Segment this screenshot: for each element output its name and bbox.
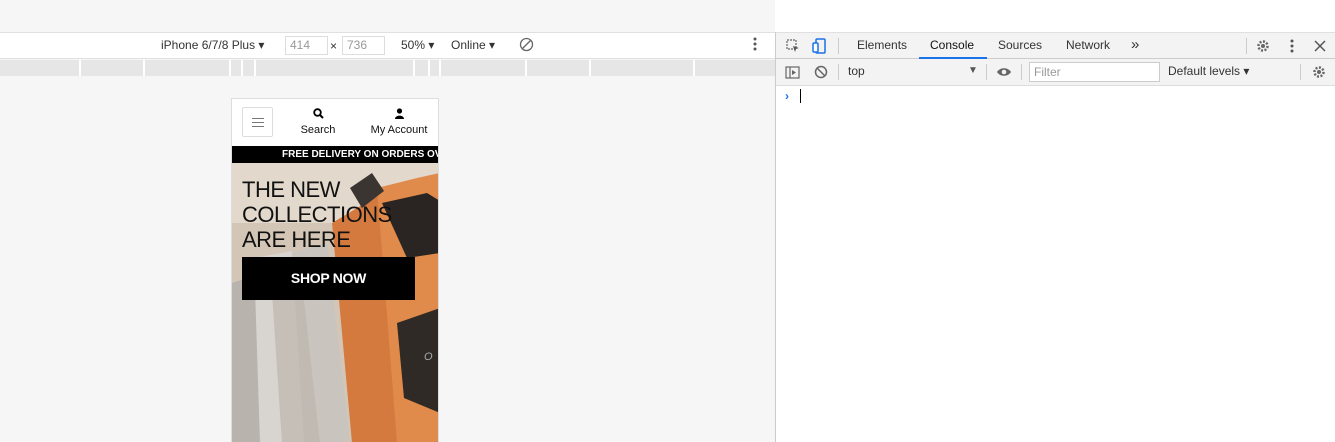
nav-my-account[interactable]: My Account xyxy=(368,108,430,136)
nav-search-label: Search xyxy=(300,124,336,136)
user-icon xyxy=(394,108,404,119)
promo-banner: FREE DELIVERY ON ORDERS OVER $ xyxy=(232,146,438,163)
device-emulation-pane: iPhone 6/7/8 Plus ▾ 414 × 736 50% ▾ Onli… xyxy=(0,0,775,442)
console-settings-icon[interactable] xyxy=(1310,63,1328,81)
more-tabs-icon[interactable]: » xyxy=(1131,36,1139,53)
settings-icon[interactable] xyxy=(1254,37,1272,55)
hamburger-menu-icon[interactable] xyxy=(242,107,273,137)
height-input[interactable]: 736 xyxy=(342,36,385,55)
phone-viewport: Search My Account FREE DELIVERY ON ORDER… xyxy=(231,98,439,442)
inspect-element-icon[interactable] xyxy=(784,37,802,55)
hero-title: THE NEW COLLECTIONS ARE HERE xyxy=(242,177,392,252)
more-options-icon[interactable] xyxy=(752,36,758,55)
svg-text:O: O xyxy=(424,351,433,363)
site-header: Search My Account xyxy=(232,99,438,146)
device-select[interactable]: iPhone 6/7/8 Plus ▾ xyxy=(161,38,264,52)
search-icon xyxy=(312,108,324,119)
nav-search[interactable]: Search xyxy=(300,108,336,136)
console-input-caret[interactable] xyxy=(800,89,801,103)
tab-sources[interactable]: Sources xyxy=(998,38,1042,52)
customize-menu-icon[interactable] xyxy=(1283,37,1301,55)
rotate-icon[interactable] xyxy=(519,37,534,55)
zoom-select[interactable]: 50% ▾ xyxy=(401,38,434,52)
tab-elements[interactable]: Elements xyxy=(857,38,907,52)
network-throttle-select[interactable]: Online ▾ xyxy=(451,38,495,52)
close-icon[interactable] xyxy=(1311,37,1329,55)
sidebar-toggle-icon[interactable] xyxy=(783,63,801,81)
execution-context-select[interactable]: top xyxy=(848,64,865,78)
console-prompt-icon: › xyxy=(785,89,789,103)
devtools-pane: Elements Console Sources Network » top ▼… xyxy=(775,32,1335,442)
device-toolbar: iPhone 6/7/8 Plus ▾ 414 × 736 50% ▾ Onli… xyxy=(0,32,775,59)
nav-account-label: My Account xyxy=(370,124,428,136)
console-toolbar: top ▼ Filter Default levels ▾ xyxy=(776,59,1335,86)
log-levels-select[interactable]: Default levels ▾ xyxy=(1168,64,1249,78)
media-query-ruler xyxy=(0,60,775,76)
dimension-times: × xyxy=(330,39,338,53)
context-dropdown-icon[interactable]: ▼ xyxy=(968,65,978,76)
clear-console-icon[interactable] xyxy=(812,63,830,81)
hero-banner: O THE NEW COLLECTIONS ARE HERE SHOP NOW xyxy=(232,163,438,442)
shop-now-button[interactable]: SHOP NOW xyxy=(242,257,415,300)
live-expression-eye-icon[interactable] xyxy=(995,63,1013,81)
device-toggle-icon[interactable] xyxy=(810,37,828,55)
devtools-tabbar: Elements Console Sources Network » xyxy=(776,32,1335,59)
tab-console[interactable]: Console xyxy=(930,38,974,52)
tab-network[interactable]: Network xyxy=(1066,38,1110,52)
width-input[interactable]: 414 xyxy=(285,36,328,55)
console-filter-input[interactable]: Filter xyxy=(1029,62,1160,82)
